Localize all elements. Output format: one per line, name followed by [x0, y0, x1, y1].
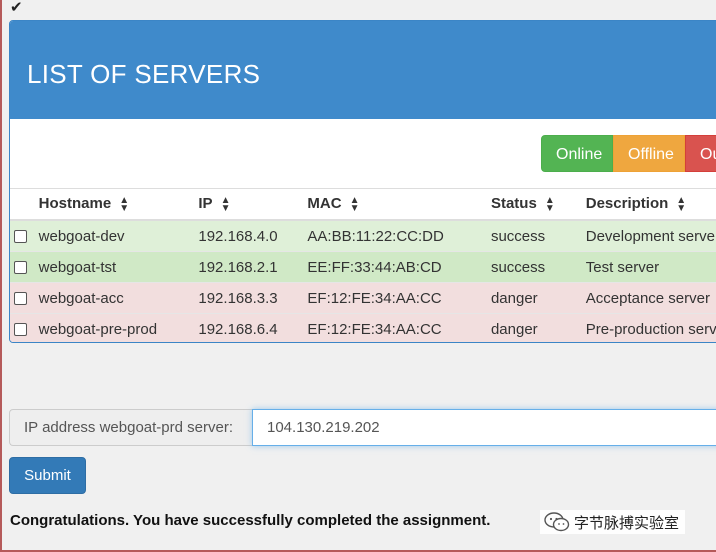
cell-ip: 192.168.2.1 — [198, 251, 308, 283]
column-header-mac[interactable]: MAC ▲ ▼ — [307, 188, 491, 221]
row-checkbox[interactable] — [14, 230, 27, 244]
status-filter-group: Online Offline Out — [541, 135, 716, 172]
out-of-order-button[interactable]: Out — [685, 135, 716, 172]
ip-address-input[interactable] — [252, 409, 716, 446]
cell-hostname: webgoat-acc — [38, 282, 199, 314]
check-icon: ✔ — [10, 0, 23, 16]
row-checkbox[interactable] — [14, 261, 27, 275]
table-header-row: Hostname ▲ ▼ IP ▲ ▼ MAC ▲ ▼ Status ▲ ▼ Descripti… — [10, 188, 716, 221]
cell-description: Pre-production server — [585, 313, 716, 342]
sort-icon: ▲ ▼ — [349, 194, 360, 214]
panel-heading: LIST OF SERVERS — [10, 21, 716, 119]
sort-icon: ▲ ▼ — [220, 194, 231, 214]
cell-description: Test server — [585, 251, 716, 283]
cell-description: Development server — [585, 219, 716, 252]
table-row: webgoat-acc 192.168.3.3 EF:12:FE:34:AA:C… — [10, 282, 716, 314]
online-button[interactable]: Online — [541, 135, 613, 172]
cell-hostname: webgoat-dev — [38, 219, 199, 252]
offline-button[interactable]: Offline — [613, 135, 685, 172]
sort-icon: ▲ ▼ — [544, 194, 555, 214]
ip-input-group: IP address webgoat-prd server: — [9, 409, 716, 446]
table-row: webgoat-dev 192.168.4.0 AA:BB:11:22:CC:D… — [10, 219, 716, 252]
cell-status: success — [490, 251, 586, 283]
submit-button[interactable]: Submit — [9, 457, 86, 494]
cell-status: danger — [490, 282, 586, 314]
wechat-icon — [544, 512, 570, 532]
cell-mac: EE:FF:33:44:AB:CD — [307, 251, 491, 283]
cell-ip: 192.168.4.0 — [198, 219, 308, 252]
select-column-header — [10, 188, 39, 221]
servers-panel: LIST OF SERVERS Online Offline Out Hostn… — [9, 20, 716, 343]
column-header-ip[interactable]: IP ▲ ▼ — [198, 188, 308, 221]
column-header-status[interactable]: Status ▲ ▼ — [490, 188, 586, 221]
sort-icon: ▲ ▼ — [676, 194, 687, 214]
cell-hostname: webgoat-tst — [38, 251, 199, 283]
cell-mac: AA:BB:11:22:CC:DD — [307, 219, 491, 252]
cell-hostname: webgoat-pre-prod — [38, 313, 199, 342]
table-row: webgoat-tst 192.168.2.1 EE:FF:33:44:AB:C… — [10, 251, 716, 283]
watermark: 字节脉搏实验室 — [540, 510, 686, 534]
cell-mac: EF:12:FE:34:AA:CC — [307, 313, 491, 342]
column-header-description[interactable]: Description ▲ ▼ — [585, 188, 716, 221]
cell-status: danger — [490, 313, 586, 342]
watermark-text: 字节脉搏实验室 — [574, 514, 680, 532]
cell-mac: EF:12:FE:34:AA:CC — [307, 282, 491, 314]
row-checkbox[interactable] — [14, 292, 27, 306]
success-message: Congratulations. You have successfully c… — [10, 512, 491, 529]
cell-description: Acceptance server — [585, 282, 716, 314]
servers-table: Hostname ▲ ▼ IP ▲ ▼ MAC ▲ ▼ Status ▲ ▼ Descripti… — [10, 188, 716, 342]
column-header-hostname[interactable]: Hostname ▲ ▼ — [38, 188, 199, 221]
cell-ip: 192.168.6.4 — [198, 313, 308, 342]
sort-icon: ▲ ▼ — [119, 194, 130, 214]
cell-status: success — [490, 219, 586, 252]
table-row: webgoat-pre-prod 192.168.6.4 EF:12:FE:34… — [10, 313, 716, 342]
ip-field-label: IP address webgoat-prd server: — [9, 409, 252, 446]
row-checkbox[interactable] — [14, 323, 27, 337]
cell-ip: 192.168.3.3 — [198, 282, 308, 314]
page-title: LIST OF SERVERS — [27, 59, 261, 89]
